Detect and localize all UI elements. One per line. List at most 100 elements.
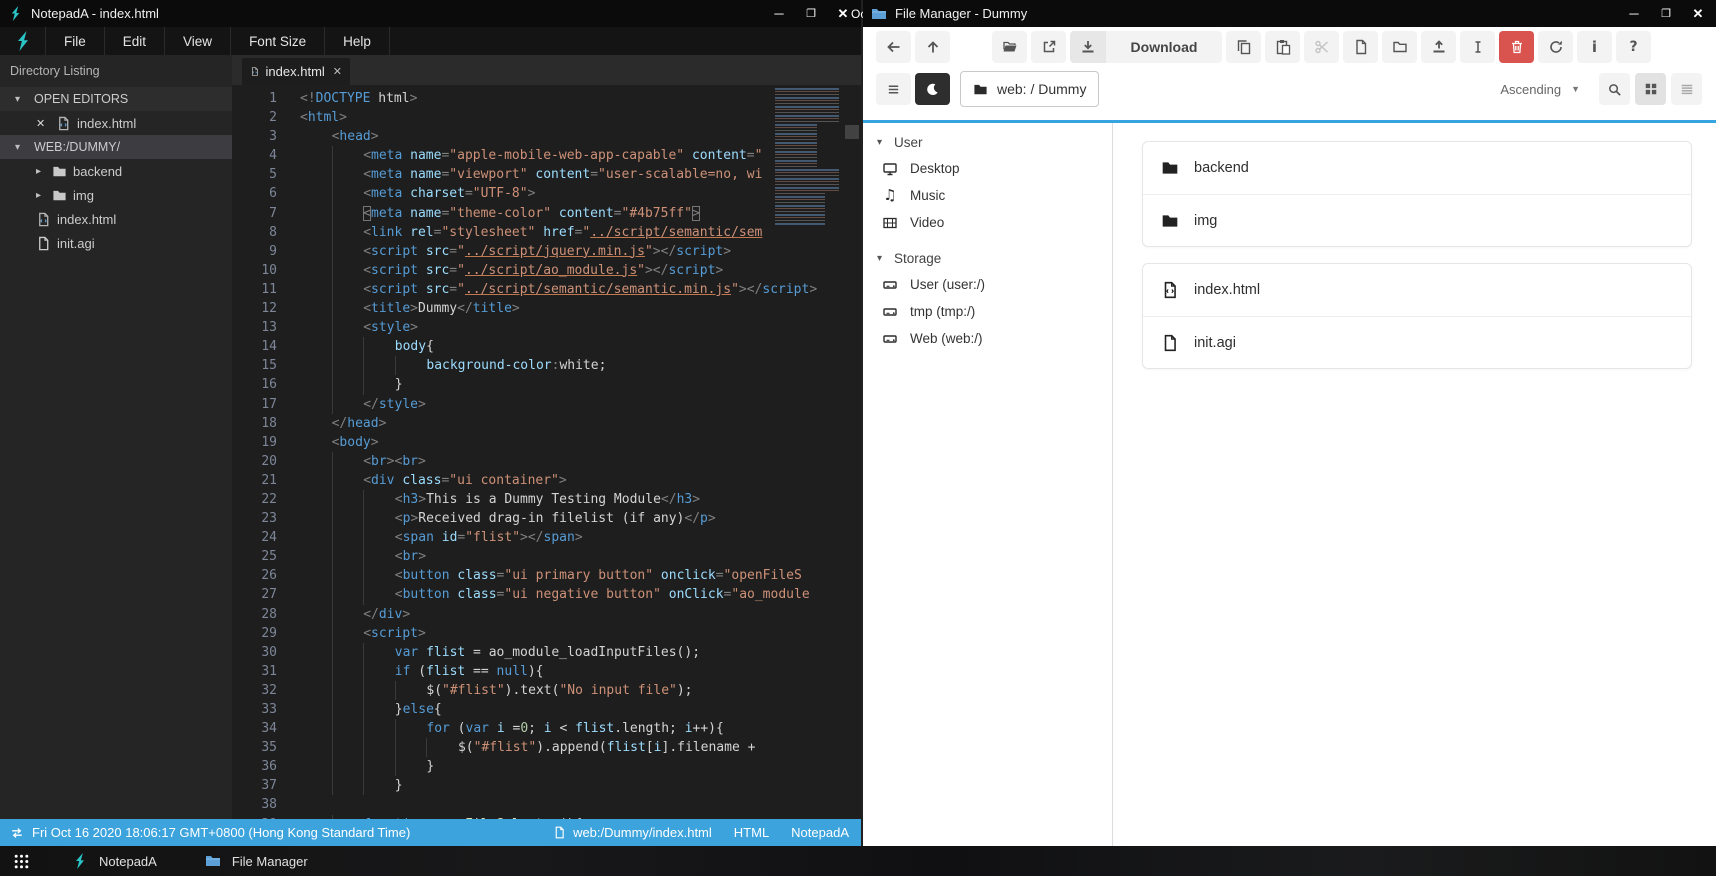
file-row-index-html[interactable]: index.html [1143, 264, 1691, 316]
status-language[interactable]: HTML [734, 825, 769, 840]
menu-item-edit[interactable]: Edit [103, 27, 164, 55]
menu-item-view[interactable]: View [164, 27, 230, 55]
chevron-right-icon[interactable]: ▸ [36, 166, 46, 177]
file-row-backend[interactable]: backend [1143, 142, 1691, 194]
file-row-img[interactable]: img [1143, 194, 1691, 246]
status-file-path: web:/Dummy/index.html [573, 825, 712, 840]
delete-button[interactable] [1499, 31, 1534, 63]
sidebar-item-web-web-[interactable]: Web (web:/) [863, 325, 1112, 352]
sidebar-item-tmp-tmp-[interactable]: tmp (tmp:/) [863, 298, 1112, 325]
sidebar-item-desktop[interactable]: Desktop [863, 155, 1112, 182]
taskbar-app-file-manager[interactable]: File Manager [205, 853, 308, 869]
sidebar-section-storage[interactable]: ▾ Storage [863, 245, 1112, 271]
chevron-down-icon: ▾ [877, 136, 883, 148]
up-arrow-button[interactable] [915, 31, 950, 63]
menu-bar: File Edit View Font Size Help [0, 27, 861, 55]
code-editor[interactable]: 1 <!DOCTYPE html> 2 <html> 3 <head> 4 <meta nam… [232, 85, 861, 819]
taskbar-app-notepada[interactable]: NotepadA [72, 853, 157, 869]
grid-view-button[interactable] [1635, 73, 1666, 105]
file-blank-icon [36, 236, 51, 251]
tab-index-html[interactable]: index.html ✕ [242, 58, 350, 85]
code-line: 34 for (var i =0; i < flist.length; i++){ [232, 719, 861, 739]
editor-scrollbar[interactable] [845, 125, 859, 139]
open-external-button[interactable] [1031, 31, 1066, 63]
menu-item-help[interactable]: Help [324, 27, 390, 55]
chevron-down-icon: ▾ [877, 252, 883, 264]
tree-section-open-editors[interactable]: ▾ OPEN EDITORS [0, 87, 232, 111]
folder-open-button[interactable] [992, 31, 1027, 63]
drive-icon [882, 277, 898, 293]
chevron-right-icon[interactable]: ▸ [36, 190, 46, 201]
close-icon[interactable]: ✕ [835, 6, 851, 22]
status-clock: Fri Oct 16 2020 18:06:17 GMT+0800 (Hong … [32, 825, 411, 840]
code-line: 21 <div class="ui container"> [232, 470, 861, 490]
tree-item-init-agi[interactable]: init.agi [0, 231, 232, 255]
minimize-icon[interactable]: ─ [771, 6, 787, 21]
close-icon[interactable]: ✕ [36, 117, 50, 130]
upload-button[interactable] [1421, 31, 1456, 63]
code-line: 6 <meta charset="UTF-8"> [232, 184, 861, 204]
sidebar-item-music[interactable]: ♫ Music [863, 182, 1112, 209]
copy-button[interactable] [1226, 31, 1261, 63]
directory-tree: ▾ OPEN EDITORS ✕ index.html ▾ WEB:/DUMMY/ ▸ bac… [0, 87, 232, 255]
sync-icon [10, 826, 24, 840]
sort-order-dropdown[interactable]: Ascending ▼ [1500, 82, 1580, 97]
menu-button[interactable] [876, 73, 911, 105]
info-icon: i [1591, 37, 1598, 56]
code-line: 1 <!DOCTYPE html> [269, 91, 418, 106]
maximize-icon[interactable]: ❐ [803, 7, 819, 20]
file-manager-titlebar[interactable]: File Manager - Dummy ─ ❐ ✕ [863, 0, 1716, 27]
cut-button[interactable] [1304, 31, 1339, 63]
minimize-icon[interactable]: ─ [1626, 6, 1642, 21]
help-button[interactable]: ? [1616, 31, 1651, 63]
sidebar-section-user[interactable]: ▾ User [863, 129, 1112, 155]
new-file-button[interactable] [1343, 31, 1378, 63]
maximize-icon[interactable]: ❐ [1658, 7, 1674, 20]
taskbar-apps: NotepadA File Manager [30, 853, 308, 869]
menu-item-font-size[interactable]: Font Size [230, 27, 324, 55]
menu-item-file[interactable]: File [45, 27, 104, 55]
chevron-down-icon: ▾ [15, 141, 21, 153]
refresh-button[interactable] [1538, 31, 1573, 63]
folder-tree-icon [52, 164, 67, 179]
back-arrow-button[interactable] [876, 31, 911, 63]
code-line: 30 var flist = ao_module_loadInputFiles()… [232, 642, 861, 662]
sidebar-item-label: Video [910, 215, 945, 230]
code-line: 36} [232, 757, 861, 777]
code-line: 33}else{ [232, 700, 861, 720]
music-note-icon: ♫ [883, 186, 897, 204]
code-line: 2 <html> [269, 110, 347, 126]
code-line: 8 <link rel="stylesheet" href="../script/… [232, 222, 861, 242]
tree-item-index-html[interactable]: ✕ index.html [0, 111, 232, 135]
sidebar-item-video[interactable]: Video [863, 209, 1112, 236]
sidebar-item-user-user-[interactable]: User (user:/) [863, 271, 1112, 298]
download-button[interactable]: Download [1070, 31, 1222, 63]
app-launcher-icon[interactable] [13, 853, 30, 870]
tab-close-icon[interactable]: ✕ [333, 65, 342, 78]
code-line: 4 <meta name="apple-mobile-web-app-capabl… [232, 146, 861, 166]
tree-section-web-dummy-[interactable]: ▾ WEB:/DUMMY/ [0, 135, 232, 159]
search-button[interactable] [1599, 73, 1630, 105]
close-icon[interactable]: ✕ [1690, 6, 1706, 22]
code-line: 29 <script> [232, 623, 861, 643]
notepada-titlebar[interactable]: NotepadA - index.html ─ ❐ ✕ [0, 0, 861, 27]
path-bar[interactable]: web: / Dummy [960, 71, 1100, 107]
download-label: Download [1106, 31, 1222, 63]
info-button[interactable]: i [1577, 31, 1612, 63]
minimap[interactable] [775, 88, 839, 226]
new-folder-button[interactable] [1382, 31, 1417, 63]
paste-button[interactable] [1265, 31, 1300, 63]
view-controls: Ascending ▼ [1500, 67, 1702, 111]
rename-button[interactable] [1460, 31, 1495, 63]
tree-item-label: init.agi [57, 235, 95, 251]
menu-items: File Edit View Font Size Help [45, 27, 390, 55]
tree-item-backend[interactable]: ▸ backend [0, 159, 232, 183]
list-view-button[interactable] [1671, 73, 1702, 105]
file-name: init.agi [1194, 334, 1236, 351]
file-manager-window: File Manager - Dummy ─ ❐ ✕ Download i? we… [863, 0, 1716, 846]
tree-item-img[interactable]: ▸ img [0, 183, 232, 207]
file-row-init-agi[interactable]: init.agi [1143, 316, 1691, 368]
tree-item-index-html[interactable]: index.html [0, 207, 232, 231]
monitor-icon [882, 161, 898, 177]
dark-mode-button[interactable] [915, 73, 950, 105]
